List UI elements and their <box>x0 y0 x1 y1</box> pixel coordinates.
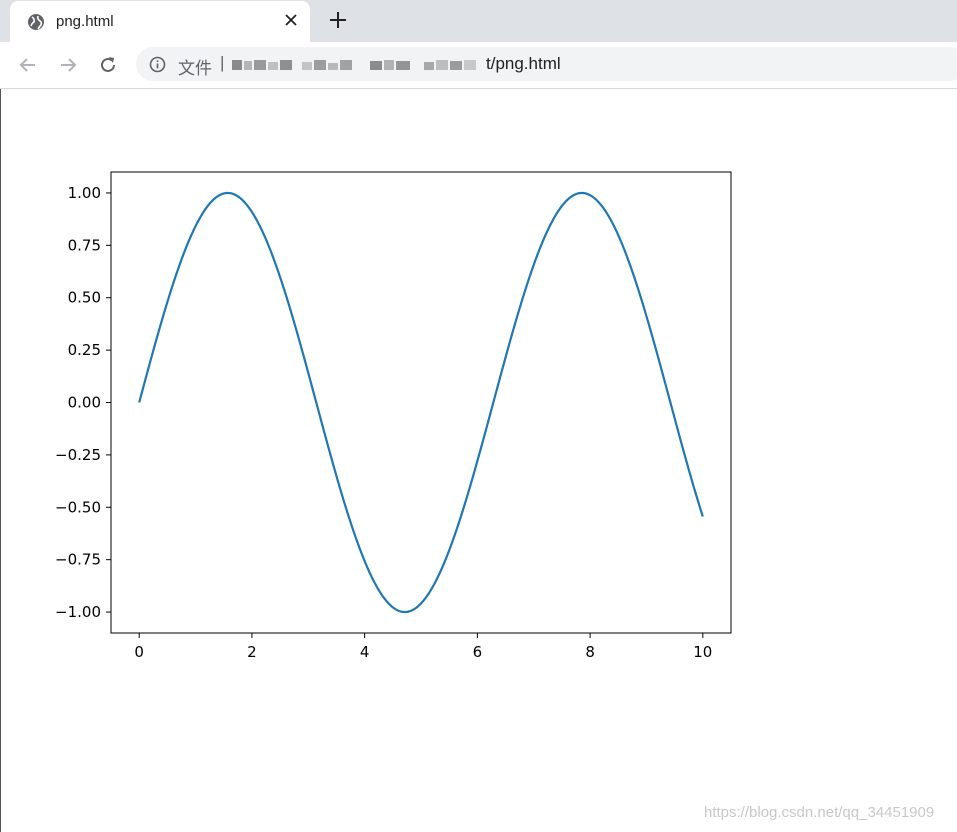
tab-title: png.html <box>56 13 114 30</box>
window-left-edge <box>0 89 1 832</box>
x-tick-label: 4 <box>360 643 370 661</box>
y-tick-label: −0.75 <box>55 551 101 569</box>
sine-series-line <box>138 191 704 614</box>
y-tick-label: −0.50 <box>55 498 101 516</box>
address-scheme: 文件 <box>178 59 212 78</box>
address-separator: | <box>220 53 225 72</box>
info-icon[interactable] <box>149 56 166 73</box>
globe-icon <box>28 14 44 30</box>
address-bar[interactable]: 文件 | t/png.html <box>136 47 957 81</box>
y-tick-label: −1.00 <box>55 603 101 621</box>
reload-icon[interactable] <box>97 54 119 76</box>
y-tick-label: 0.50 <box>68 289 101 307</box>
page-content: 0 2 4 6 8 10 1.00 0.75 0.50 0.25 0.00 −0.25 −0.50 −0.… <box>0 89 957 832</box>
x-tick-label: 6 <box>473 643 483 661</box>
y-tick-label: 0.75 <box>68 236 101 254</box>
address-path: t/png.html <box>486 54 561 73</box>
y-tick-label: 0.00 <box>68 394 101 412</box>
x-tick-label: 0 <box>134 643 144 661</box>
x-tick-label: 8 <box>585 643 595 661</box>
y-tick-label: 1.00 <box>68 184 101 202</box>
close-icon[interactable] <box>282 11 300 29</box>
watermark: https://blog.csdn.net/qq_34451909 <box>704 804 935 821</box>
y-tick-label: 0.25 <box>68 341 101 359</box>
y-tick-label: −0.25 <box>55 446 101 464</box>
pixelated-address-segment <box>232 60 476 70</box>
sine-plot: 0 2 4 6 8 10 1.00 0.75 0.50 0.25 0.00 −0.25 −0.50 −0.… <box>55 171 732 661</box>
x-tick-label: 10 <box>693 643 712 661</box>
tab-strip: png.html <box>0 0 957 42</box>
browser-toolbar: 文件 | t/png.html <box>0 42 957 89</box>
new-tab-plus-icon[interactable] <box>328 10 348 30</box>
back-arrow-icon[interactable] <box>17 54 39 76</box>
tab-png-html[interactable]: png.html <box>10 1 310 42</box>
x-tick-label: 2 <box>247 643 257 661</box>
forward-arrow-icon[interactable] <box>57 54 79 76</box>
axes-frame <box>110 171 732 634</box>
